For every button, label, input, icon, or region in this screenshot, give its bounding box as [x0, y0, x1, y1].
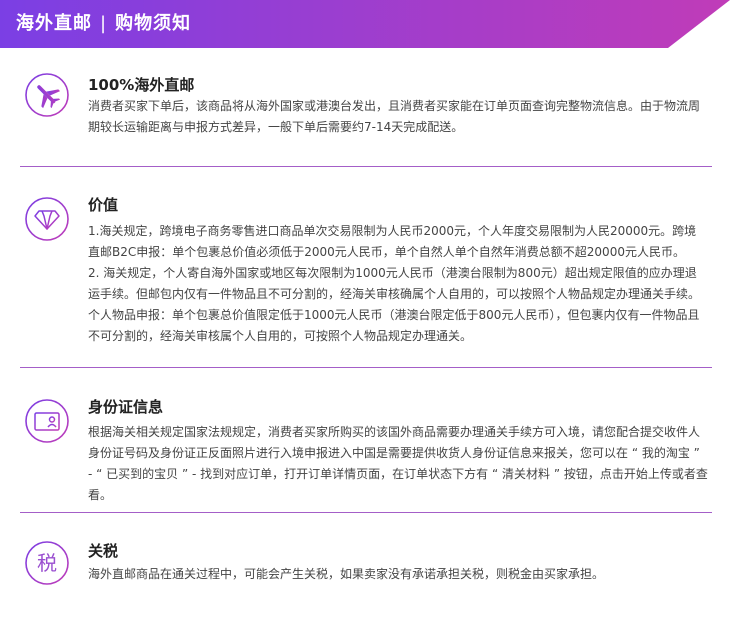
section-overseas-shipping: 100%海外直邮 消费者买家下单后，该商品将从海外国家或港澳台发出，且消费者买家… — [20, 66, 712, 166]
section-body: 1.海关规定，跨境电子商务零售进口商品单次交易限制为人民币2000元，个人年度交… — [88, 221, 708, 347]
header-banner: 海外直邮 | 购物须知 — [0, 0, 730, 48]
banner-separator: | — [100, 13, 108, 34]
tax-icon-glyph: 税 — [37, 551, 57, 575]
section-title: 价值 — [88, 196, 119, 214]
section-body: 消费者买家下单后，该商品将从海外国家或港澳台发出，且消费者买家能在订单页面查询完… — [88, 96, 708, 138]
tax-icon: 税 — [24, 540, 70, 586]
section-value: 价值 1.海关规定，跨境电子商务零售进口商品单次交易限制为人民币2000元，个人… — [20, 186, 712, 366]
page-title: 海外直邮 | 购物须知 — [16, 10, 191, 38]
section-title: 身份证信息 — [88, 398, 164, 416]
section-paragraph: 消费者买家下单后，该商品将从海外国家或港澳台发出，且消费者买家能在订单页面查询完… — [88, 99, 701, 134]
section-divider — [20, 166, 712, 167]
section-divider — [20, 367, 712, 368]
diamond-icon — [24, 196, 70, 242]
section-paragraph: 根据海关相关规定国家法规规定，消费者买家所购买的该国外商品需要办理通关手续方可入… — [88, 425, 708, 502]
section-paragraph: 1.海关规定，跨境电子商务零售进口商品单次交易限制为人民币2000元，个人年度交… — [88, 224, 697, 259]
section-title: 100%海外直邮 — [88, 76, 195, 94]
banner-title-text: 海外直邮 — [16, 13, 92, 34]
section-paragraph: 海外直邮商品在通关过程中，可能会产生关税，如果卖家没有承诺承担关税，则税金由买家… — [88, 567, 605, 581]
section-title: 关税 — [88, 542, 119, 560]
section-divider — [20, 512, 712, 513]
section-paragraph: 2. 海关规定，个人寄自海外国家或地区每次限制为1000元人民币（港澳台限制为8… — [88, 266, 701, 343]
section-tariff: 税 关税 海外直邮商品在通关过程中，可能会产生关税，如果卖家没有承诺承担关税，则… — [20, 534, 712, 604]
section-body: 海外直邮商品在通关过程中，可能会产生关税，如果卖家没有承诺承担关税，则税金由买家… — [88, 564, 708, 585]
section-id-info: 身份证信息 根据海关相关规定国家法规规定，消费者买家所购买的该国外商品需要办理通… — [20, 388, 712, 512]
id-card-icon — [24, 398, 70, 444]
airplane-icon — [24, 72, 70, 118]
section-body: 根据海关相关规定国家法规规定，消费者买家所购买的该国外商品需要办理通关手续方可入… — [88, 422, 708, 506]
banner-subtitle: 购物须知 — [115, 13, 192, 34]
